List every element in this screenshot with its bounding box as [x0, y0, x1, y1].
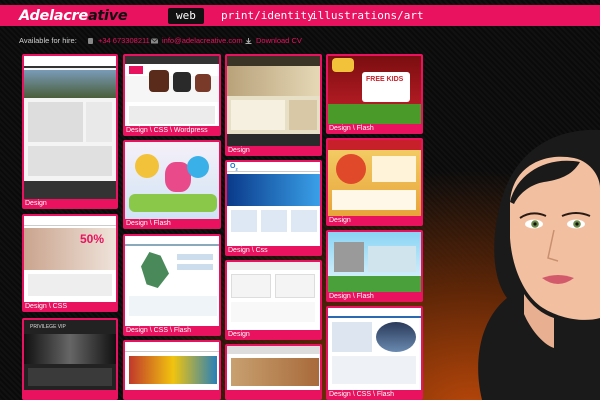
portfolio-screenshot	[328, 308, 421, 390]
download-icon	[245, 38, 252, 45]
portfolio-caption: Design \ Flash	[329, 293, 374, 300]
portfolio-caption: Design \ CSS	[25, 303, 68, 310]
portfolio-screenshot	[125, 236, 219, 326]
hire-label: Available for hire:	[19, 36, 77, 45]
portfolio-item[interactable]: O2 Design \ Css	[225, 160, 322, 256]
download-cv-link[interactable]: Download CV	[245, 35, 302, 47]
free-kids-text: FREE KIDS	[366, 76, 404, 83]
privilege-text: PRIVILEGE VIP	[30, 324, 66, 330]
portfolio-caption: Design \ Css	[228, 247, 268, 254]
phone-icon	[88, 38, 93, 45]
portfolio-caption: Design \ Flash	[126, 220, 171, 227]
portfolio-screenshot: PRIVILEGE VIP	[24, 320, 116, 390]
portfolio-screenshot	[227, 262, 320, 330]
portfolio-item[interactable]: PRIVILEGE VIP	[22, 318, 118, 400]
portfolio-item[interactable]: Design \ Flash	[123, 140, 221, 229]
email-address: info@adelacreative.com	[162, 36, 243, 45]
portfolio-item[interactable]: 50% Design \ CSS	[22, 214, 118, 312]
email-icon	[151, 38, 158, 44]
portfolio-caption: Design \ Flash	[329, 125, 374, 132]
portfolio-screenshot	[328, 140, 421, 216]
portfolio-screenshot: O2	[227, 162, 320, 246]
email-link[interactable]: info@adelacreative.com	[151, 35, 243, 47]
portfolio-item[interactable]: Design	[225, 260, 322, 340]
nav-illustrations-art[interactable]: illustrations/art	[311, 8, 424, 24]
portfolio-caption: Design	[25, 200, 47, 207]
portfolio-item[interactable]: FREE KIDS Design \ Flash	[326, 54, 423, 134]
portfolio-item[interactable]: Design	[22, 54, 118, 209]
portfolio-item[interactable]: Design	[225, 54, 322, 156]
portfolio-item[interactable]: Design \ CSS \ Flash	[123, 234, 221, 336]
phone-number: +34 673308211	[98, 36, 150, 45]
portfolio-caption: Design \ CSS \ Flash	[126, 327, 191, 334]
portfolio-caption: Design \ CSS \ Wordpress	[126, 127, 208, 134]
portfolio-item[interactable]	[123, 340, 221, 400]
download-cv-label: Download CV	[256, 36, 302, 45]
portfolio-item[interactable]: Design \ CSS \ Wordpress	[123, 54, 221, 136]
logo-text-b: ative	[87, 8, 128, 24]
portfolio-item[interactable]	[225, 344, 322, 400]
portrait-illustration	[478, 129, 600, 400]
sale-text: 50%	[80, 232, 105, 246]
portfolio-screenshot	[125, 142, 219, 219]
portfolio-caption: Design	[228, 147, 250, 154]
portfolio-caption: Design \ CSS \ Flash	[329, 391, 394, 398]
portfolio-screenshot	[227, 346, 320, 390]
portfolio-screenshot	[24, 56, 116, 199]
site-logo[interactable]: Adelacreative	[19, 7, 128, 25]
portfolio-item[interactable]: Design \ Flash	[326, 230, 423, 302]
portfolio-screenshot	[125, 342, 219, 390]
portfolio-screenshot: 50%	[24, 216, 116, 302]
portfolio-caption: Design	[329, 217, 351, 224]
portfolio-screenshot: FREE KIDS	[328, 56, 421, 124]
portfolio-item[interactable]: Design \ CSS \ Flash	[326, 306, 423, 400]
portfolio-caption: Design	[228, 331, 250, 338]
phone-link[interactable]: +34 673308211	[87, 35, 150, 47]
portfolio-screenshot	[227, 56, 320, 146]
portfolio-screenshot	[328, 232, 421, 292]
portfolio-screenshot	[125, 56, 219, 126]
portfolio-item[interactable]: Design	[326, 138, 423, 226]
nav-print-identity[interactable]: print/identity	[221, 8, 314, 24]
nav-web[interactable]: web	[168, 8, 204, 24]
logo-text-a: Adelacre	[19, 8, 88, 24]
